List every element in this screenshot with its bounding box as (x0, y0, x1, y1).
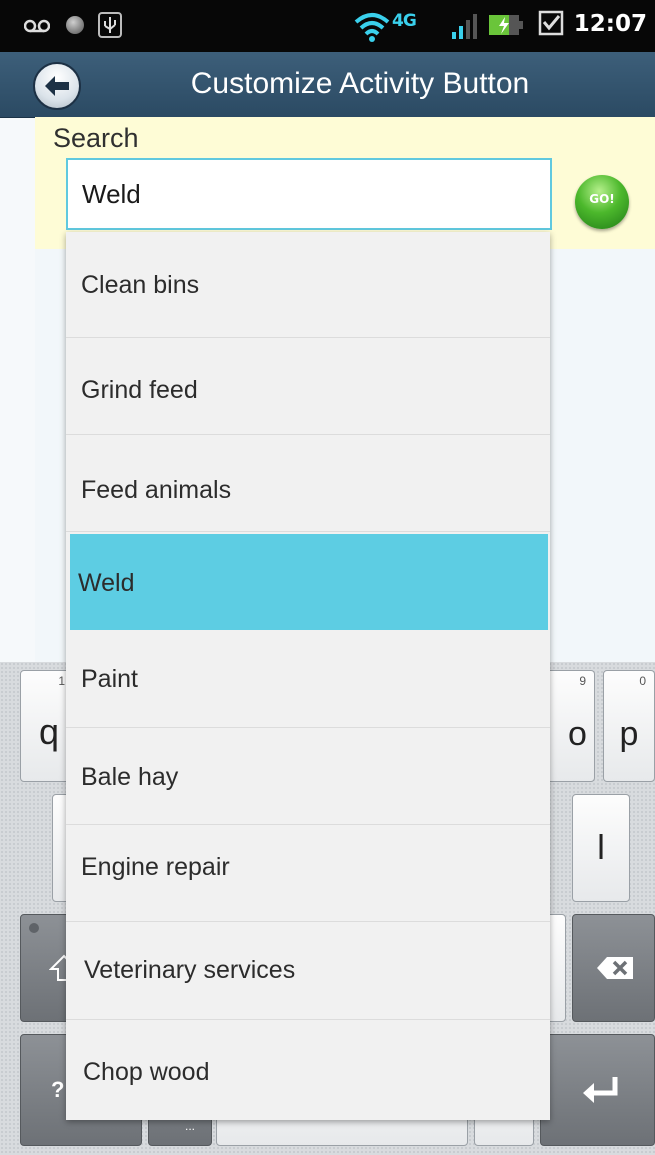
dropdown-item-label: Clean bins (81, 271, 200, 299)
status-bar: 4G 12:07 (0, 0, 655, 52)
screen: 4G 12:07 Customize Activity Button Searc… (0, 0, 655, 1155)
dropdown-item-feed-animals[interactable]: Feed animals (66, 435, 550, 532)
dropdown-item-grind-feed[interactable]: Grind feed (66, 338, 550, 435)
dropdown-item-label: Veterinary services (84, 956, 296, 984)
signal-icon (452, 14, 477, 39)
dropdown-item-veterinary-services[interactable]: Veterinary services (66, 922, 550, 1020)
delete-key[interactable] (572, 914, 655, 1022)
shift-indicator-icon (29, 923, 39, 933)
notification-dot-icon (66, 16, 84, 34)
key-o-sub: 9 (579, 674, 586, 688)
checkbox-icon (538, 10, 564, 36)
title-bar: Customize Activity Button (0, 52, 655, 118)
dropdown-item-weld[interactable]: Weld (70, 534, 548, 630)
dropdown-item-clean-bins[interactable]: Clean bins (66, 232, 550, 338)
key-q-sub: 1 (58, 674, 65, 688)
dropdown-item-label: Feed animals (81, 476, 232, 504)
search-input[interactable]: Weld (66, 158, 552, 230)
dropdown-item-label: Grind feed (81, 376, 198, 404)
usb-icon (98, 12, 122, 38)
key-l[interactable]: l (572, 794, 630, 902)
enter-key[interactable] (540, 1034, 655, 1146)
voicemail-icon (24, 19, 50, 33)
dropdown-item-paint[interactable]: Paint (66, 630, 550, 728)
page-title: Customize Activity Button (190, 67, 530, 100)
key-p-label: p (619, 715, 639, 753)
dropdown-item-chop-wood[interactable]: Chop wood (66, 1020, 550, 1120)
clock: 12:07 (573, 11, 647, 37)
key-l-label: l (597, 829, 605, 867)
dropdown-item-label: Paint (81, 665, 138, 693)
enter-icon (583, 1077, 618, 1103)
search-label: Search (53, 123, 139, 153)
dropdown-item-label: Chop wood (83, 1058, 210, 1086)
dropdown-item-bale-hay[interactable]: Bale hay (66, 728, 550, 825)
search-panel: Search Weld GO! (35, 117, 655, 249)
wifi-icon (354, 13, 390, 42)
dropdown-item-label: Weld (78, 569, 135, 597)
network-type-label: 4G (392, 11, 417, 31)
key-p[interactable]: 0 p (603, 670, 655, 782)
dropdown-item-label: Engine repair (81, 853, 230, 881)
dropdown-item-engine-repair[interactable]: Engine repair (66, 825, 550, 922)
backspace-icon (597, 957, 633, 979)
battery-charging-icon (489, 15, 523, 35)
back-button[interactable] (33, 62, 81, 110)
key-p-sub: 0 (639, 674, 646, 688)
go-button[interactable]: GO! (575, 175, 629, 229)
go-label: GO! (589, 192, 615, 206)
key-o-label: o (568, 715, 587, 753)
dropdown-item-label: Bale hay (81, 763, 179, 791)
back-arrow-icon (45, 76, 69, 96)
autocomplete-dropdown: Clean bins Grind feed Feed animals Weld … (66, 232, 550, 1120)
